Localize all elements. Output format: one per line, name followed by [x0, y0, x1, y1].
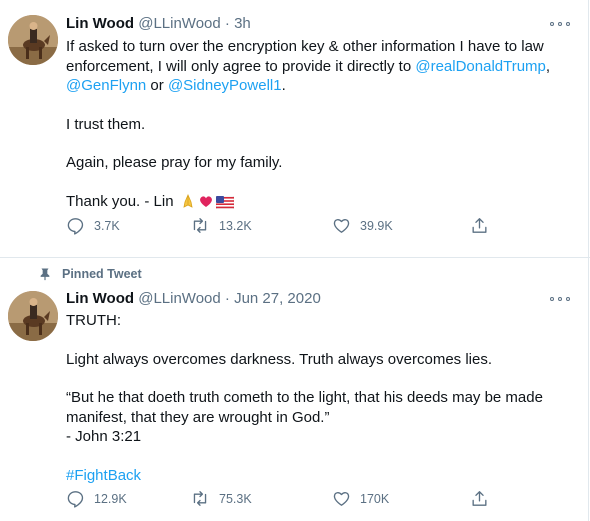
timestamp[interactable]: 3h — [234, 15, 251, 32]
tweet-header: Lin Wood @LLinWood · Jun 27, 2020 — [66, 290, 321, 307]
pinned-tweet[interactable]: Pinned Tweet Lin Wood @LLinWood · Jun 27… — [0, 259, 588, 521]
display-name[interactable]: Lin Wood — [66, 290, 134, 307]
share-button[interactable] — [470, 216, 489, 235]
timeline-border — [588, 0, 589, 521]
tweet-text: If asked to turn over the encryption key… — [66, 37, 566, 214]
retweet-button[interactable]: 75.3K — [190, 489, 252, 508]
tweet-line: - John 3:21 — [66, 428, 142, 445]
like-button[interactable]: 39.9K — [332, 216, 393, 235]
more-icon[interactable] — [550, 17, 570, 31]
red-heart-icon — [198, 193, 214, 215]
retweet-icon — [193, 491, 207, 506]
retweet-button[interactable]: 13.2K — [190, 216, 252, 235]
user-handle[interactable]: @LLinWood — [138, 290, 221, 307]
separator-dot: · — [224, 290, 230, 307]
period-text: . — [281, 77, 286, 94]
timestamp[interactable]: Jun 27, 2020 — [234, 290, 321, 307]
pinned-label-text: Pinned Tweet — [62, 267, 142, 281]
reply-count: 12.9K — [94, 491, 127, 506]
us-flag-icon — [215, 195, 234, 215]
pinned-tweet-label: Pinned Tweet — [38, 267, 142, 281]
or-text: or — [146, 77, 168, 94]
like-count: 170K — [360, 491, 390, 506]
hashtag-link[interactable]: #FightBack — [66, 467, 141, 484]
tweet-actions: 12.9K 75.3K 170K — [66, 489, 506, 509]
folded-hands-icon — [180, 193, 196, 215]
tweet-actions: 3.7K 13.2K 39.9K — [66, 216, 506, 236]
share-icon — [472, 491, 487, 506]
tweet-line: Again, please pray for my family. — [66, 154, 283, 171]
reply-button[interactable]: 12.9K — [66, 489, 127, 508]
avatar-image — [8, 15, 58, 65]
share-button[interactable] — [470, 489, 489, 508]
pin-icon — [40, 268, 50, 281]
like-icon — [333, 492, 350, 506]
retweet-count: 13.2K — [219, 218, 252, 233]
mention-link[interactable]: @SidneyPowell1 — [168, 77, 282, 94]
tweet-line: “But he that doeth truth cometh to the l… — [66, 389, 543, 426]
tweet-line: I trust them. — [66, 115, 146, 133]
tweet-line: Thank you. - Lin — [66, 192, 174, 210]
user-handle[interactable]: @LLinWood — [138, 15, 221, 32]
like-count: 39.9K — [360, 218, 393, 233]
separator-dot: · — [224, 15, 230, 32]
avatar[interactable] — [8, 15, 58, 65]
mention-link[interactable]: @realDonaldTrump — [415, 58, 546, 75]
avatar-image — [8, 291, 58, 341]
reply-count: 3.7K — [94, 218, 120, 233]
avatar[interactable] — [8, 291, 58, 341]
reply-icon — [67, 491, 84, 508]
mention-link[interactable]: @GenFlynn — [66, 77, 146, 94]
like-icon — [333, 219, 350, 233]
reply-icon — [67, 218, 84, 235]
share-icon — [472, 218, 487, 233]
reply-button[interactable]: 3.7K — [66, 216, 120, 235]
retweet-count: 75.3K — [219, 491, 252, 506]
retweet-icon — [193, 218, 207, 233]
tweet-divider — [0, 257, 590, 258]
tweet[interactable]: Lin Wood @LLinWood · 3h If asked to turn… — [0, 0, 588, 258]
comma-text: , — [545, 57, 551, 75]
tweet-line: TRUTH: — [66, 312, 121, 329]
display-name[interactable]: Lin Wood — [66, 15, 134, 32]
tweet-text: TRUTH: Light always overcomes darkness. … — [66, 311, 566, 485]
like-button[interactable]: 170K — [332, 489, 389, 508]
tweet-line: Light always overcomes darkness. Truth a… — [66, 350, 493, 368]
more-icon[interactable] — [550, 292, 570, 306]
tweet-header: Lin Wood @LLinWood · 3h — [66, 15, 251, 32]
